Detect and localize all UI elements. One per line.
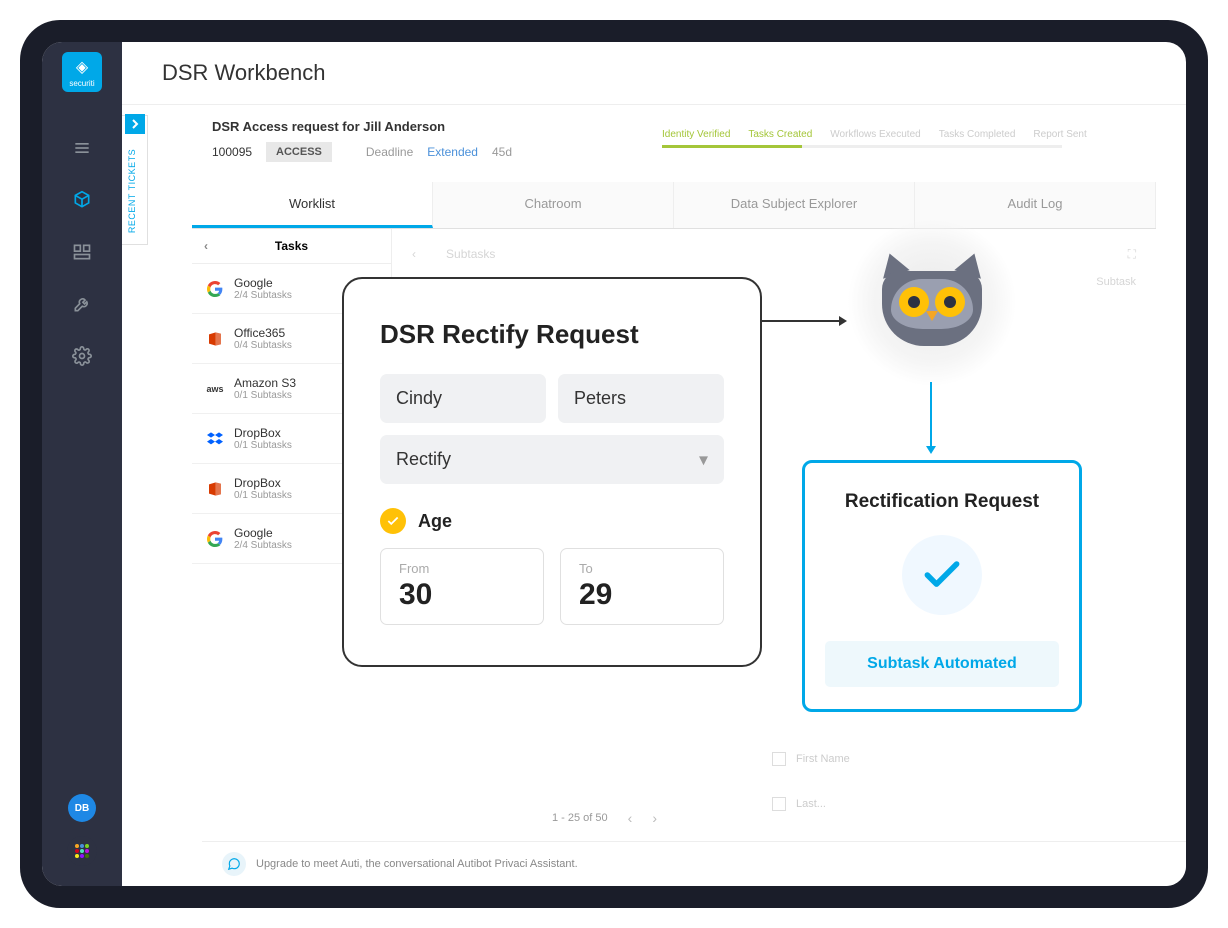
to-field[interactable]: To 29 xyxy=(560,548,724,625)
success-check-icon xyxy=(902,535,982,615)
attribute-label: Age xyxy=(418,511,452,532)
sidebar: ◈ securiti DB xyxy=(42,42,122,886)
task-name: Office365 xyxy=(234,326,292,340)
request-id: 100095 xyxy=(212,145,252,159)
progress-step: Tasks Completed xyxy=(939,129,1016,140)
rectify-title: DSR Rectify Request xyxy=(380,319,724,350)
chevron-left-icon[interactable]: ‹ xyxy=(204,239,208,253)
task-subtask-count: 0/1 Subtasks xyxy=(234,390,296,401)
brand-logo[interactable]: ◈ securiti xyxy=(62,52,102,92)
to-value: 29 xyxy=(579,578,705,612)
device-frame: ◈ securiti DB xyxy=(20,20,1208,908)
brand-name: securiti xyxy=(69,79,94,88)
progress-step: Tasks Created xyxy=(748,129,812,140)
task-name: Google xyxy=(234,276,292,290)
from-label: From xyxy=(399,561,525,576)
footer-upgrade-bar[interactable]: Upgrade to meet Auti, the conversational… xyxy=(202,841,1186,886)
from-value: 30 xyxy=(399,578,525,612)
task-subtask-count: 0/1 Subtasks xyxy=(234,440,292,451)
subtask-header-label: Subtasks xyxy=(446,247,495,261)
task-name: Amazon S3 xyxy=(234,376,296,390)
expand-icon[interactable]: ⛶ xyxy=(1128,247,1136,262)
device-screen: ◈ securiti DB xyxy=(42,42,1186,886)
request-type-badge: ACCESS xyxy=(266,142,332,162)
faded-checkbox: First Name xyxy=(772,752,850,766)
progress-step: Report Sent xyxy=(1033,129,1086,140)
connector-arrow-down xyxy=(930,382,932,452)
chevron-down-icon: ▾ xyxy=(699,449,708,470)
google-icon xyxy=(206,530,224,548)
last-name-field[interactable]: Peters xyxy=(558,374,724,423)
deadline-label: Deadline xyxy=(366,145,413,159)
pagination: 1 - 25 of 50 ‹ › xyxy=(552,810,657,826)
google-icon xyxy=(206,280,224,298)
page-next[interactable]: › xyxy=(652,810,657,826)
recent-tickets-label: RECENT TICKETS xyxy=(127,149,137,233)
chat-icon xyxy=(222,852,246,876)
task-name: DropBox xyxy=(234,476,292,490)
deadline-status: Extended xyxy=(427,145,478,159)
task-subtask-count: 0/4 Subtasks xyxy=(234,340,292,351)
to-label: To xyxy=(579,561,705,576)
apps-icon[interactable] xyxy=(67,836,97,866)
chevron-right-icon[interactable] xyxy=(125,114,145,134)
shield-icon: ◈ xyxy=(76,57,88,77)
office-icon xyxy=(206,330,224,348)
task-name: DropBox xyxy=(234,426,292,440)
tab-data-subject-explorer[interactable]: Data Subject Explorer xyxy=(674,182,915,228)
menu-icon[interactable] xyxy=(64,130,100,166)
owl-avatar xyxy=(847,217,1017,387)
from-field[interactable]: From 30 xyxy=(380,548,544,625)
page-title: DSR Workbench xyxy=(122,42,1186,105)
task-subtask-count: 2/4 Subtasks xyxy=(234,540,292,551)
result-status: Subtask Automated xyxy=(825,641,1059,687)
office-icon xyxy=(206,480,224,498)
user-avatar[interactable]: DB xyxy=(68,794,96,822)
cube-icon[interactable] xyxy=(64,182,100,218)
layout-icon[interactable] xyxy=(64,234,100,270)
rectification-result-card: Rectification Request Subtask Automated xyxy=(802,460,1082,712)
page-prev[interactable]: ‹ xyxy=(628,810,633,826)
task-name: Google xyxy=(234,526,292,540)
aws-icon: aws xyxy=(206,380,224,398)
deadline-days: 45d xyxy=(492,145,512,159)
rectify-request-card: DSR Rectify Request Cindy Peters Rectify… xyxy=(342,277,762,667)
tab-worklist[interactable]: Worklist xyxy=(192,182,433,228)
check-icon xyxy=(380,508,406,534)
subtask-column-label: Subtask xyxy=(1096,276,1136,288)
task-list-title: Tasks xyxy=(275,239,308,253)
task-subtask-count: 0/1 Subtasks xyxy=(234,490,292,501)
result-title: Rectification Request xyxy=(825,491,1059,513)
pagination-label: 1 - 25 of 50 xyxy=(552,812,608,824)
progress-bar xyxy=(662,145,1062,148)
progress-steps: Identity Verified Tasks Created Workflow… xyxy=(662,129,1087,140)
action-select-value: Rectify xyxy=(396,449,451,469)
wrench-icon[interactable] xyxy=(64,286,100,322)
tabs: Worklist Chatroom Data Subject Explorer … xyxy=(192,182,1156,229)
progress-step: Workflows Executed xyxy=(830,129,920,140)
dropbox-icon xyxy=(206,430,224,448)
connector-arrow-right xyxy=(760,320,845,322)
recent-tickets-panel[interactable]: RECENT TICKETS xyxy=(122,115,148,245)
first-name-field[interactable]: Cindy xyxy=(380,374,546,423)
progress-step: Identity Verified xyxy=(662,129,730,140)
task-subtask-count: 2/4 Subtasks xyxy=(234,290,292,301)
tab-chatroom[interactable]: Chatroom xyxy=(433,182,674,228)
task-list-header: ‹ Tasks xyxy=(192,229,391,264)
faded-checkbox: Last... xyxy=(772,797,826,811)
action-select[interactable]: Rectify ▾ xyxy=(380,435,724,484)
gear-icon[interactable] xyxy=(64,338,100,374)
footer-text: Upgrade to meet Auti, the conversational… xyxy=(256,858,578,870)
